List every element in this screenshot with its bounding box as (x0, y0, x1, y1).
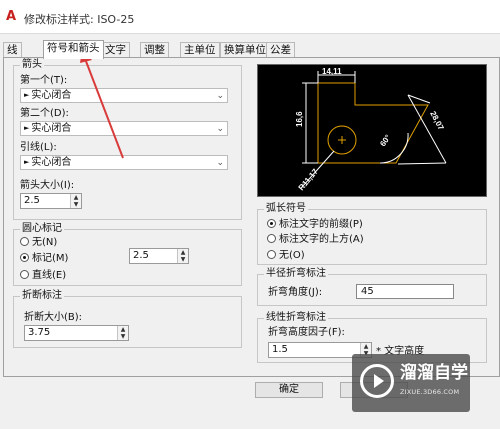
radio-icon (20, 237, 29, 246)
second-arrow-label: 第二个(D): (20, 108, 69, 119)
center-mark-none-radio[interactable]: 无(N) (20, 237, 57, 249)
ok-button[interactable]: 确定 (255, 382, 323, 398)
spin-up-icon[interactable]: ▲ (361, 343, 371, 350)
dimension-preview: 14,11 16,6 28,07 60° R11,17 (257, 64, 487, 197)
arc-above-radio[interactable]: 标注文字的上方(A) (267, 234, 364, 246)
center-mark-none-label: 无(N) (32, 237, 58, 248)
title-bar: A 修改标注样式: ISO-25 (0, 0, 500, 34)
stepper-buttons[interactable]: ▲▼ (117, 326, 128, 340)
play-logo-icon (360, 364, 394, 398)
preview-part-outline (317, 82, 429, 164)
radio-icon (20, 270, 29, 279)
spin-up-icon[interactable]: ▲ (71, 194, 81, 201)
watermark-title: 溜溜自学 (400, 363, 468, 383)
tab-symbols-arrows[interactable]: 符号和箭头 (43, 40, 104, 59)
center-mark-line-label: 直线(E) (32, 270, 67, 281)
radio-icon (267, 234, 276, 243)
arc-none-label: 无(O) (279, 250, 305, 261)
dim-break-group-title: 折断标注 (20, 290, 64, 302)
tab-strip: 线 符号和箭头 文字 调整 主单位 换算单位 公差 (0, 40, 500, 59)
spin-down-icon[interactable]: ▼ (118, 333, 128, 340)
arrowhead-icon: ► (24, 91, 30, 99)
center-marks-group-title: 圆心标记 (20, 223, 64, 235)
center-mark-size-stepper[interactable]: 2.5 ▲ ▼ (129, 248, 189, 264)
spin-up-icon[interactable]: ▲ (118, 326, 128, 333)
jog-height-factor-value: 1.5 (272, 344, 288, 355)
center-mark-mark-radio[interactable]: 标记(M) (20, 253, 68, 265)
arrowhead-icon: ► (24, 124, 30, 132)
jog-angle-label: 折弯角度(J): (268, 287, 323, 298)
jog-height-factor-label: 折弯高度因子(F): (268, 327, 345, 338)
chevron-down-icon: ⌄ (216, 91, 224, 101)
tab-tolerances[interactable]: 公差 (266, 42, 295, 58)
arc-prefix-radio[interactable]: 标注文字的前缀(P) (267, 219, 363, 231)
jog-angle-input[interactable]: 45 (356, 284, 454, 299)
preview-dim-top-text: 14,11 (322, 67, 342, 76)
break-size-stepper[interactable]: 3.75 ▲ ▼ (24, 325, 129, 341)
first-arrow-value: 实心闭合 (31, 90, 72, 101)
leader-arrow-label: 引线(L): (20, 142, 57, 153)
radius-jog-group-title: 半径折弯标注 (264, 268, 328, 280)
leader-arrow-value: 实心闭合 (31, 157, 72, 168)
break-size-value: 3.75 (28, 327, 51, 338)
preview-dim-radius-text: R11,17 (297, 167, 321, 193)
chevron-down-icon: ⌄ (216, 158, 224, 168)
radio-icon (267, 250, 276, 259)
center-mark-mark-label: 标记(M) (32, 253, 69, 264)
arrowhead-icon: ► (24, 158, 30, 166)
arrow-size-stepper[interactable]: 2.5 ▲ ▼ (20, 193, 82, 209)
spin-down-icon[interactable]: ▼ (71, 201, 81, 208)
tab-alternate-units[interactable]: 换算单位 (220, 42, 270, 58)
linear-jog-group-title: 线性折弯标注 (264, 312, 328, 324)
radio-selected-icon (20, 253, 29, 262)
preview-dim-left-text: 16,6 (295, 111, 304, 127)
center-mark-size-value: 2.5 (133, 250, 149, 261)
center-mark-line-radio[interactable]: 直线(E) (20, 270, 66, 282)
tab-fit[interactable]: 调整 (140, 42, 169, 58)
stepper-buttons[interactable]: ▲▼ (177, 249, 188, 263)
arc-prefix-label: 标注文字的前缀(P) (279, 219, 363, 230)
second-arrow-value: 实心闭合 (31, 123, 72, 134)
watermark: 溜溜自学 ZIXUE.3D66.COM (352, 354, 470, 412)
arrow-size-value: 2.5 (24, 195, 40, 206)
preview-drawing: 14,11 16,6 28,07 60° R11,17 (295, 67, 447, 193)
preview-dim-angle-text: 60° (378, 133, 392, 148)
watermark-url: ZIXUE.3D66.COM (400, 388, 460, 396)
spin-down-icon[interactable]: ▼ (178, 256, 188, 263)
arc-length-group-title: 弧长符号 (264, 203, 308, 215)
annotation-arrow-icon (80, 50, 124, 159)
arc-none-radio[interactable]: 无(O) (267, 250, 305, 262)
autocad-logo-icon: A (6, 9, 17, 24)
radio-selected-icon (267, 219, 276, 228)
tab-lines[interactable]: 线 (3, 42, 22, 58)
tab-primary-units[interactable]: 主单位 (180, 42, 220, 58)
stepper-buttons[interactable]: ▲▼ (70, 194, 81, 208)
window-title: 修改标注样式: ISO-25 (24, 13, 135, 26)
chevron-down-icon: ⌄ (216, 124, 224, 134)
arrow-size-label: 箭头大小(I): (20, 180, 75, 191)
first-arrow-label: 第一个(T): (20, 75, 68, 86)
arrowheads-group-title: 箭头 (20, 59, 44, 71)
spin-up-icon[interactable]: ▲ (178, 249, 188, 256)
arc-above-label: 标注文字的上方(A) (279, 234, 364, 245)
preview-dim-diag-text: 28,07 (428, 110, 446, 132)
break-size-label: 折断大小(B): (24, 312, 83, 323)
